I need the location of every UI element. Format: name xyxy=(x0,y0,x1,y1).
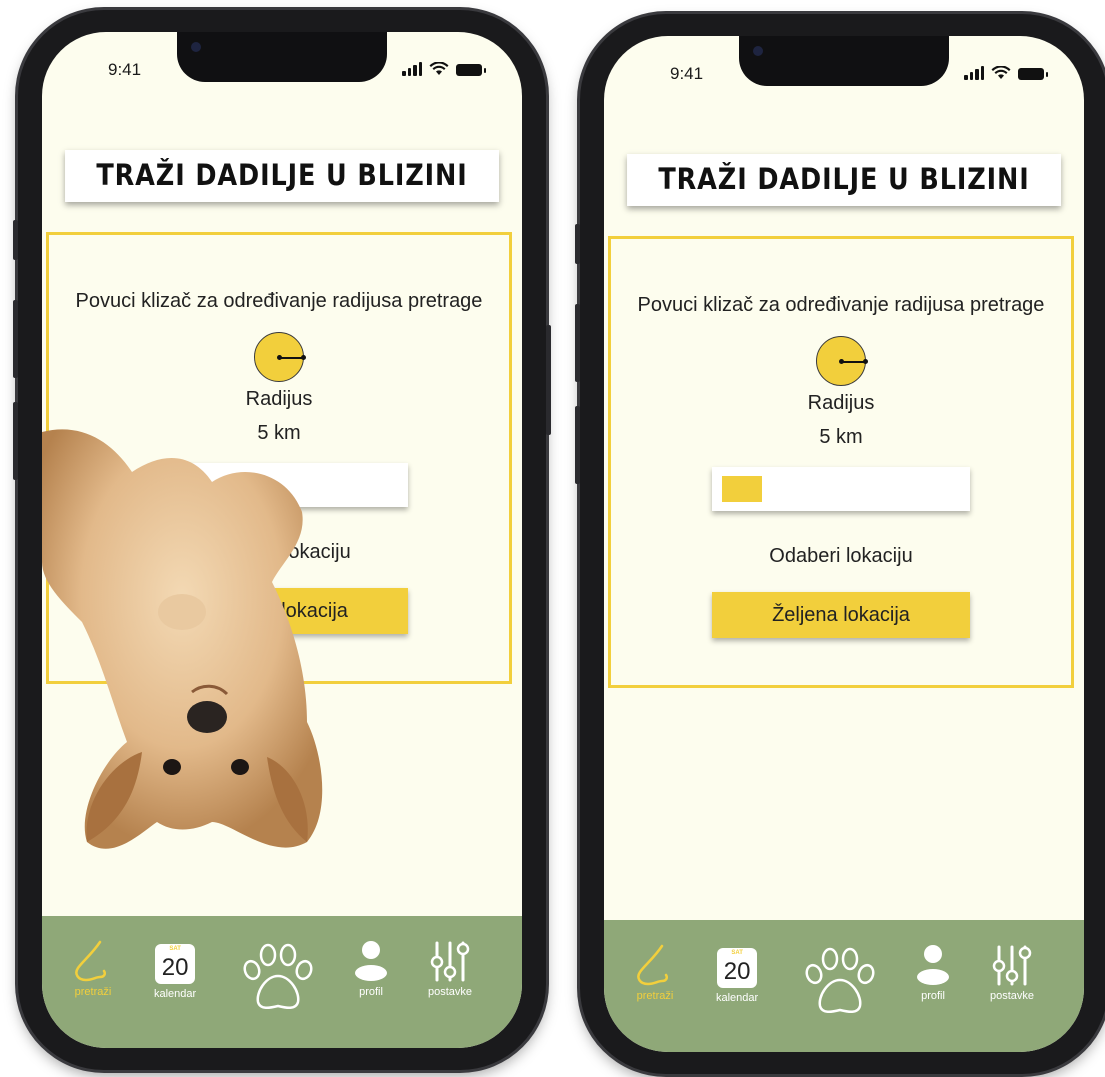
paw-icon xyxy=(805,947,875,1013)
nav-settings-label: postavke xyxy=(990,990,1035,1002)
status-time: 9:41 xyxy=(108,60,142,79)
nose-icon xyxy=(637,944,669,986)
radius-panel: Povuci klizač za određivanje radijusa pr… xyxy=(608,236,1074,688)
volume-up-button xyxy=(575,304,580,382)
location-label: Odaberi lokaciju xyxy=(769,545,913,567)
radius-slider[interactable] xyxy=(712,467,970,511)
status-icons xyxy=(402,62,486,76)
nav-settings-label: postavke xyxy=(428,986,473,998)
nav-search-label: pretraži xyxy=(636,990,674,1002)
calendar-icon: SAT 20 xyxy=(155,944,196,984)
mute-switch xyxy=(575,224,580,264)
radius-label: Radijus xyxy=(245,388,313,410)
radius-label: Radijus xyxy=(807,392,875,414)
camera xyxy=(753,46,763,56)
screen: 9:41 TRAŽI DADILJE U BLIZINI Povuci kliz… xyxy=(604,36,1084,1052)
sliders-icon xyxy=(430,941,470,982)
signal-icon xyxy=(402,62,422,76)
nav-calendar[interactable]: SAT 20 kalendar xyxy=(154,940,196,1000)
slider-instruction: Povuci klizač za određivanje radijusa pr… xyxy=(637,294,1045,316)
page-title: TRAŽI DADILJE U BLIZINI xyxy=(658,162,1030,196)
phone-right: 9:41 TRAŽI DADILJE U BLIZINI Povuci kliz… xyxy=(575,14,1105,1074)
wifi-icon xyxy=(429,62,449,75)
nav-settings[interactable]: postavke xyxy=(428,940,472,998)
calendar-day: 20 xyxy=(723,957,751,985)
battery-icon xyxy=(1018,68,1048,80)
nav-profile-label: profil xyxy=(921,990,945,1002)
calendar-icon: SAT 20 xyxy=(717,948,758,988)
nav-search[interactable]: pretraži xyxy=(632,944,678,1002)
person-icon xyxy=(917,945,949,985)
nav-profile[interactable]: profil xyxy=(354,940,388,998)
bottom-navbar: pretraži SAT 20 kalendar profil postavke xyxy=(42,916,522,1048)
slider-instruction: Povuci klizač za određivanje radijusa pr… xyxy=(75,290,483,312)
calendar-day: 20 xyxy=(161,953,189,981)
calendar-month: SAT xyxy=(731,950,743,956)
slider-fill[interactable] xyxy=(722,476,762,502)
bottom-navbar: pretraži SAT 20 kalendar profil postavke xyxy=(604,920,1084,1052)
power-button xyxy=(546,325,551,435)
location-button[interactable]: Željena lokacija xyxy=(712,592,970,638)
nav-settings[interactable]: postavke xyxy=(990,944,1034,1002)
dog-image xyxy=(42,429,323,849)
volume-down-button xyxy=(13,402,18,480)
status-time: 9:41 xyxy=(670,64,704,83)
sliders-icon xyxy=(992,945,1032,986)
nav-home[interactable] xyxy=(240,942,316,1014)
nav-calendar[interactable]: SAT 20 kalendar xyxy=(716,944,758,1004)
nav-home[interactable] xyxy=(802,946,878,1018)
screen: 9:41 TRAŽI DADILJE U BLIZINI Povuci kliz… xyxy=(42,32,522,1048)
nose-icon xyxy=(75,940,107,982)
radius-icon xyxy=(816,336,868,386)
person-icon xyxy=(355,941,387,981)
nav-search-label: pretraži xyxy=(74,986,112,998)
volume-down-button xyxy=(575,406,580,484)
nav-calendar-label: kalendar xyxy=(154,988,197,1000)
signal-icon xyxy=(964,66,984,80)
nav-calendar-label: kalendar xyxy=(716,992,759,1004)
wifi-icon xyxy=(991,66,1011,79)
notch xyxy=(739,36,949,86)
volume-up-button xyxy=(13,300,18,378)
calendar-month: SAT xyxy=(169,946,181,952)
nav-profile-label: profil xyxy=(359,986,383,998)
battery-icon xyxy=(456,64,486,76)
nav-search[interactable]: pretraži xyxy=(70,940,116,998)
camera xyxy=(191,42,201,52)
page-title: TRAŽI DADILJE U BLIZINI xyxy=(96,158,468,192)
phone-left: 9:41 TRAŽI DADILJE U BLIZINI Povuci kliz… xyxy=(13,10,551,1070)
page-title-card: TRAŽI DADILJE U BLIZINI xyxy=(627,154,1061,206)
status-icons xyxy=(964,66,1048,80)
paw-icon xyxy=(243,943,313,1009)
page-title-card: TRAŽI DADILJE U BLIZINI xyxy=(65,150,499,202)
notch xyxy=(177,32,387,82)
mute-switch xyxy=(13,220,18,260)
radius-icon xyxy=(254,332,306,382)
nav-profile[interactable]: profil xyxy=(916,944,950,1002)
radius-value: 5 km xyxy=(819,426,863,448)
